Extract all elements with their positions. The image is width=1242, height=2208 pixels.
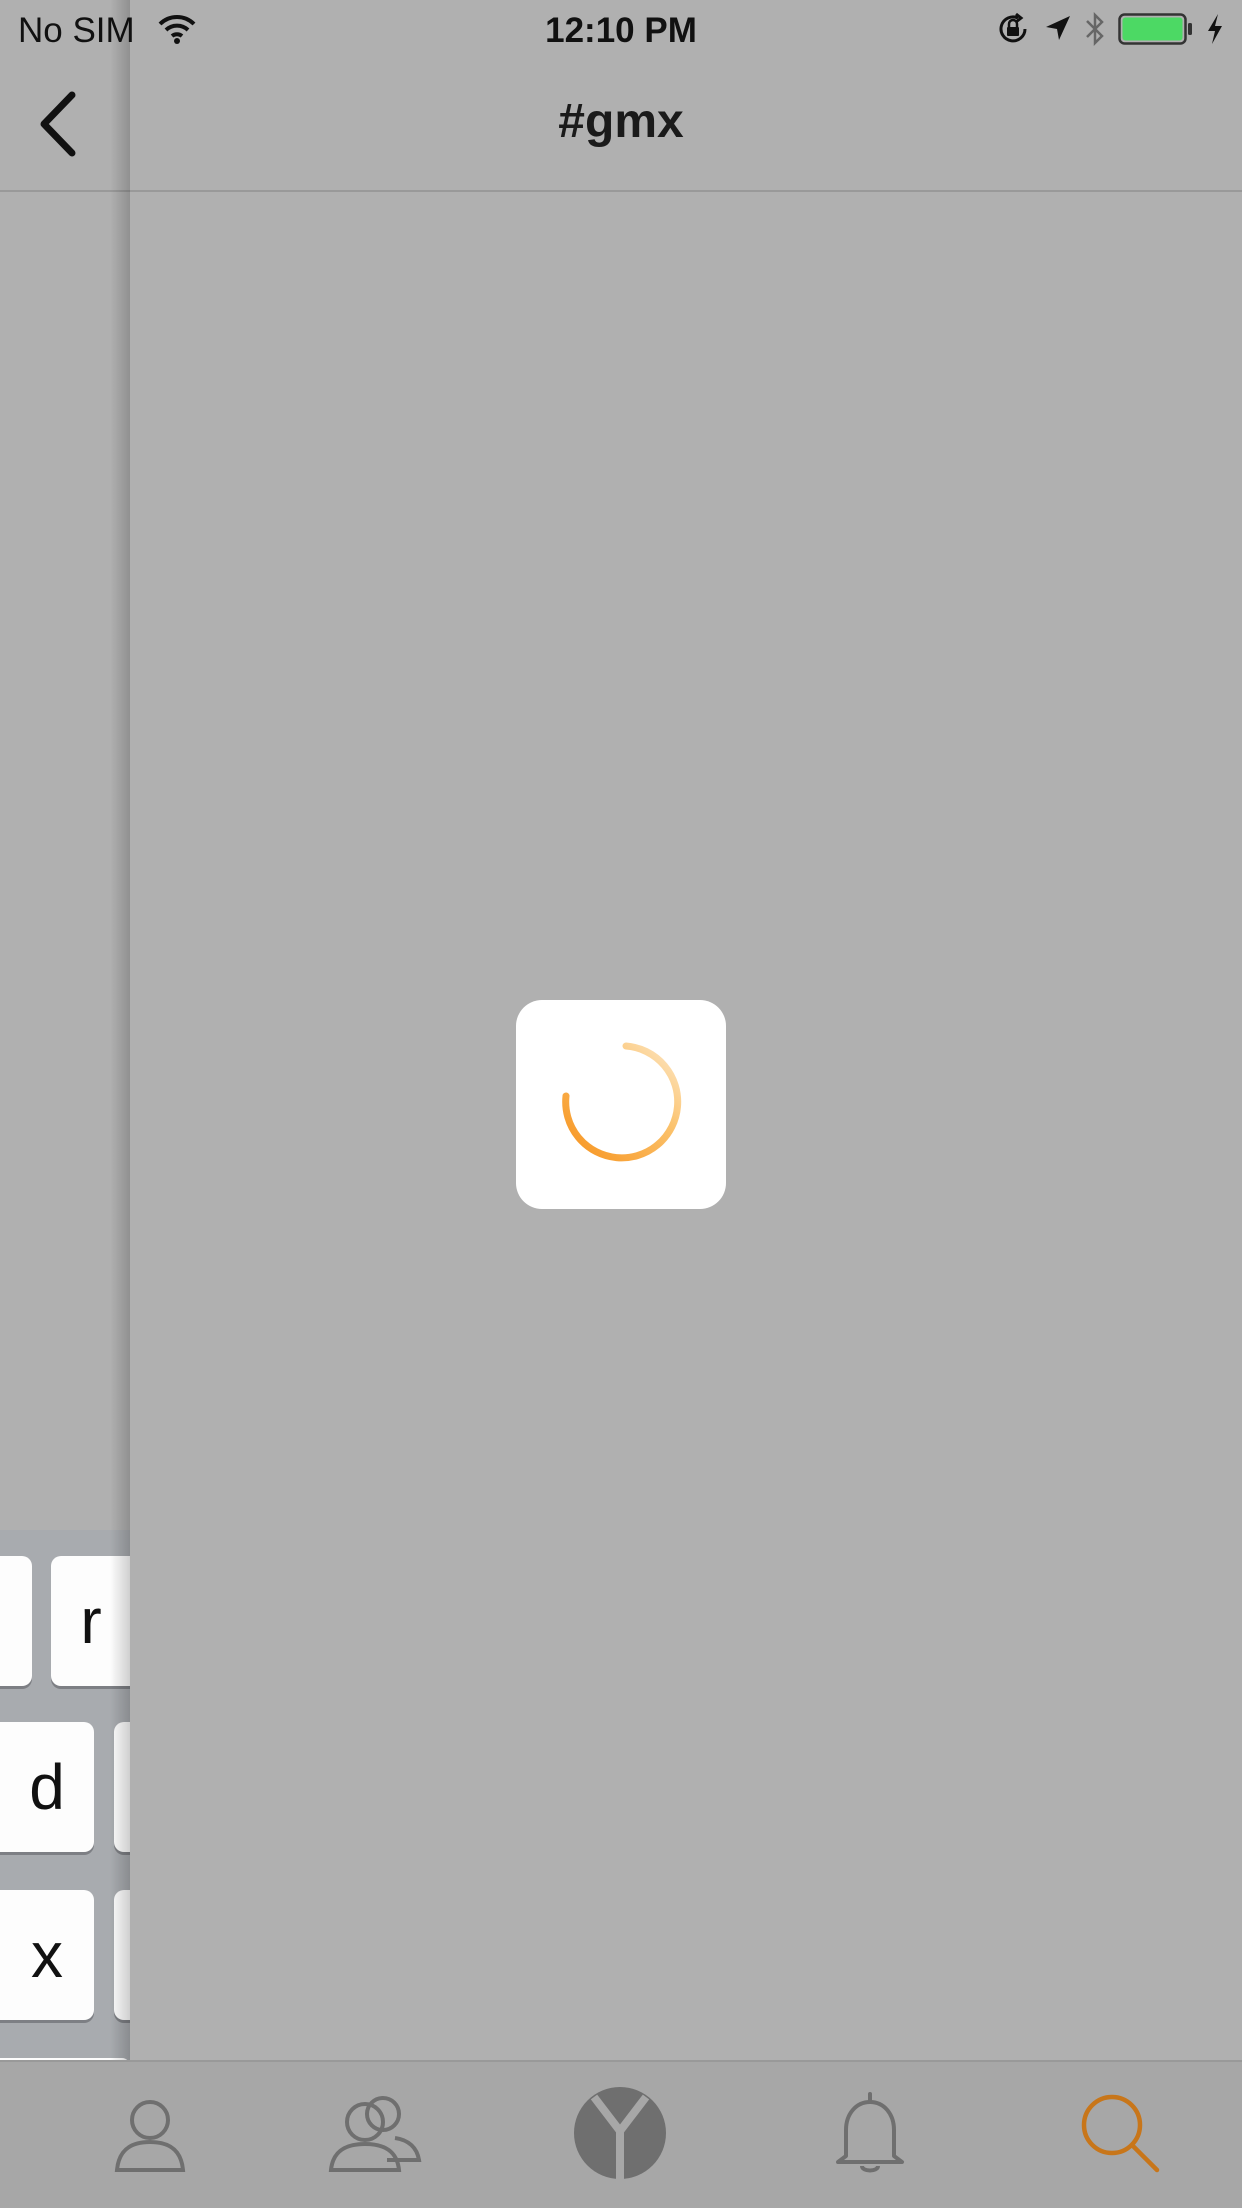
status-right-icons	[996, 10, 1224, 52]
key-label: x	[31, 1919, 63, 1991]
navigation-bar: #gmx	[0, 62, 1242, 192]
tab-notifications[interactable]	[790, 2062, 950, 2208]
yammer-logo-icon	[572, 2085, 668, 2186]
key-label: r	[80, 1585, 102, 1657]
tab-profile[interactable]	[90, 2062, 250, 2208]
status-bar: No SIM 12:10 PM	[0, 0, 1242, 62]
tab-home[interactable]	[540, 2062, 700, 2208]
people-icon	[325, 2088, 425, 2183]
keyboard-key-x[interactable]: x	[0, 1890, 94, 2020]
loading-indicator	[516, 1000, 726, 1209]
bell-icon	[830, 2088, 910, 2183]
profile-icon	[105, 2088, 195, 2183]
location-arrow-icon	[1042, 14, 1072, 49]
page-edge-shadow	[110, 0, 130, 2208]
spinner-icon	[556, 1037, 686, 1172]
tab-people[interactable]	[290, 2062, 460, 2208]
battery-icon	[1118, 12, 1194, 50]
page-title: #gmx	[558, 95, 684, 148]
keyboard-key-partial	[0, 1556, 32, 1686]
keyboard-key-d[interactable]: d	[0, 1722, 94, 1852]
orientation-lock-icon	[996, 12, 1030, 51]
tab-bar	[0, 2060, 1242, 2208]
charging-bolt-icon	[1206, 13, 1224, 50]
bluetooth-icon	[1084, 11, 1106, 52]
tab-search[interactable]	[1040, 2062, 1200, 2208]
key-label: d	[29, 1751, 65, 1823]
search-icon	[1077, 2090, 1163, 2181]
